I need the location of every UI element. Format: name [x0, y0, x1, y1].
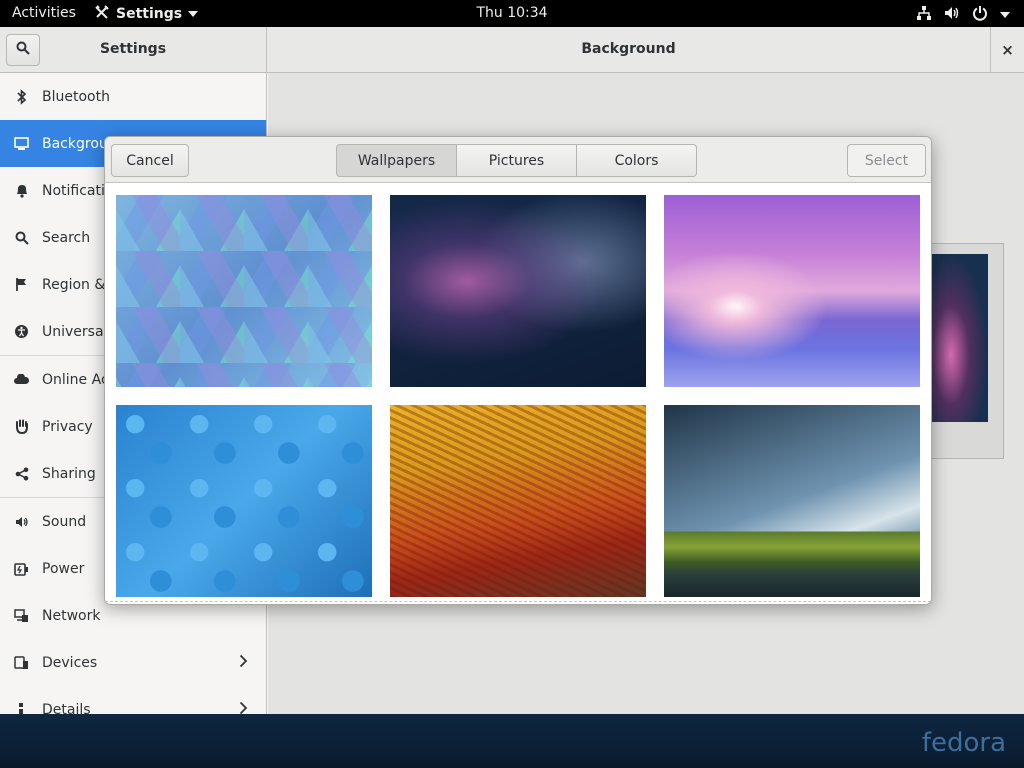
tab-wallpapers[interactable]: Wallpapers: [336, 144, 457, 177]
select-button[interactable]: Select: [847, 144, 926, 177]
desktop-background: [0, 714, 1024, 768]
page-title: Background: [581, 41, 676, 57]
close-icon: ×: [1001, 41, 1014, 59]
sidebar-item-label: Search: [42, 229, 91, 246]
background-preview-image: [926, 254, 988, 422]
search-button[interactable]: [6, 34, 40, 66]
sidebar-item-label: Bluetooth: [42, 88, 110, 105]
clock[interactable]: Thu 10:34: [476, 5, 547, 21]
power-icon[interactable]: [972, 5, 988, 25]
sidebar-item-label: Sound: [42, 513, 87, 530]
search-icon: [14, 230, 29, 245]
chevron-right-icon: [239, 701, 248, 714]
accessibility-icon: [14, 324, 29, 339]
network-icon: [14, 608, 29, 623]
wallpaper-thumbnail[interactable]: [390, 195, 646, 387]
volume-icon[interactable]: [944, 5, 960, 25]
tab-colors[interactable]: Colors: [576, 144, 697, 177]
sidebar-item-label: Devices: [42, 654, 98, 671]
top-bar: Activities Settings Thu 10:34: [0, 0, 1024, 27]
content-headerbar: Background ×: [267, 27, 1024, 73]
wallpaper-thumbnail[interactable]: [664, 195, 920, 387]
sidebar-item-label: Network: [42, 607, 101, 624]
info-icon: [14, 702, 29, 714]
fedora-logo: fedora: [921, 728, 1006, 758]
cloud-icon: [14, 372, 29, 387]
hand-icon: [14, 419, 29, 434]
share-icon: [14, 466, 29, 481]
wallpaper-thumbnail[interactable]: [390, 405, 646, 597]
sidebar-headerbar: Settings: [0, 27, 267, 73]
sidebar-item-label: Details: [42, 701, 91, 715]
system-tray[interactable]: [916, 5, 1010, 25]
scroll-edge: [105, 601, 931, 602]
wallpaper-thumbnail[interactable]: [664, 405, 920, 597]
sidebar-item-bluetooth[interactable]: Bluetooth: [0, 73, 266, 120]
wallpaper-thumbnail[interactable]: [116, 195, 372, 387]
flag-icon: [14, 277, 29, 292]
chevron-down-icon[interactable]: [1000, 12, 1010, 18]
wallpaper-chooser-dialog: Cancel Wallpapers Pictures Colors Select: [104, 136, 932, 605]
sidebar-item-label: Power: [42, 560, 85, 577]
dialog-headerbar: Cancel Wallpapers Pictures Colors Select: [105, 137, 931, 183]
network-icon[interactable]: [916, 5, 932, 25]
devices-icon: [14, 655, 29, 670]
source-switcher: Wallpapers Pictures Colors: [336, 144, 697, 177]
close-button[interactable]: ×: [990, 27, 1024, 73]
tab-pictures[interactable]: Pictures: [456, 144, 577, 177]
display-icon: [14, 136, 29, 151]
search-icon: [16, 41, 30, 59]
speaker-icon: [14, 514, 29, 529]
sidebar-item-label: Privacy: [42, 418, 93, 435]
sidebar-item-devices[interactable]: Devices: [0, 639, 266, 686]
bluetooth-icon: [14, 88, 29, 105]
sidebar-item-details[interactable]: Details: [0, 686, 266, 714]
cancel-button[interactable]: Cancel: [111, 144, 189, 177]
bell-icon: [14, 183, 29, 198]
wallpaper-thumbnail[interactable]: [116, 405, 372, 597]
sidebar-title: Settings: [99, 41, 167, 57]
battery-icon: [14, 561, 29, 576]
chevron-right-icon: [239, 654, 248, 672]
sidebar-item-label: Sharing: [42, 465, 96, 482]
